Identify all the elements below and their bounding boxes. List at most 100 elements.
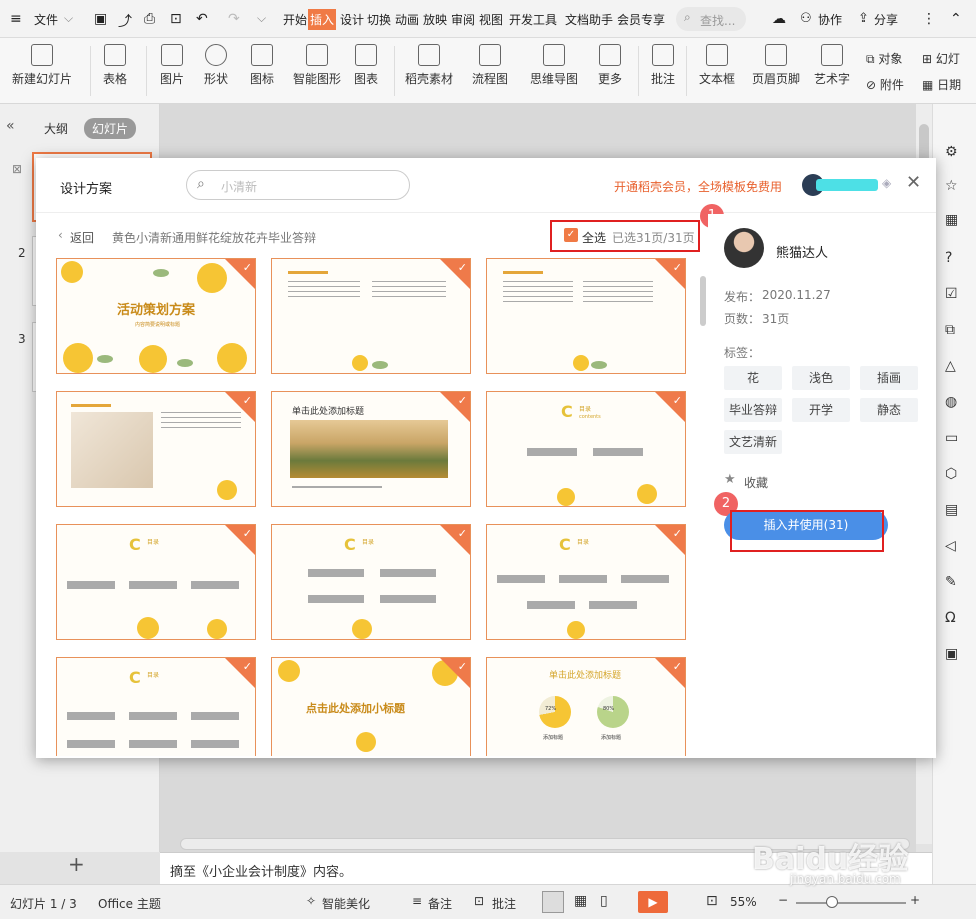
header-footer-button[interactable]: 页眉页脚 [752, 44, 800, 87]
thumb-toc-4[interactable]: C 目录 ✓ [486, 524, 686, 640]
cloud-icon[interactable]: ☁ [772, 11, 786, 27]
thumb-section[interactable]: 点击此处添加小标题 ✓ [271, 657, 471, 756]
icon-button[interactable]: 图标 [246, 44, 278, 87]
zoom-slider[interactable] [796, 902, 906, 904]
beautify-button[interactable]: 智能美化 [322, 895, 370, 912]
zoom-in-icon[interactable]: + [910, 893, 920, 907]
tag-item[interactable]: 花 [724, 366, 782, 390]
layout-icon[interactable]: ▤ [945, 502, 958, 518]
tag-item[interactable]: 静态 [860, 398, 918, 422]
wordart-button[interactable]: 艺术字 [810, 44, 854, 87]
tab-review[interactable]: 审阅 [451, 11, 475, 28]
select-all-checkbox[interactable]: ✓ [564, 228, 578, 242]
zoom-out-icon[interactable]: − [778, 893, 788, 907]
thumb-toc-5[interactable]: C 目录 ✓ [56, 657, 256, 756]
select-all-label[interactable]: 全选 [582, 229, 606, 246]
thumb-text-1[interactable]: ✓ [271, 258, 471, 374]
tab-developer[interactable]: 开发工具 [509, 11, 557, 28]
tab-slideshow[interactable]: 放映 [423, 11, 447, 28]
comment-status-button[interactable]: 批注 [492, 895, 516, 912]
settings-icon[interactable]: ⚙ [945, 144, 958, 160]
star-icon[interactable]: ☆ [945, 178, 958, 194]
object-button[interactable]: ⧉ 对象 [866, 50, 902, 67]
zoom-level[interactable]: 55% [730, 895, 757, 909]
tab-home[interactable]: 开始 [283, 11, 307, 28]
tab-insert[interactable]: 插入 [308, 9, 337, 30]
collapse-pane-icon[interactable]: « [6, 118, 15, 134]
thumb-landscape[interactable]: 单击此处添加标题 ✓ [271, 391, 471, 507]
tag-item[interactable]: 文艺清新 [724, 430, 782, 454]
new-slide-button[interactable]: 新建幻灯片 [10, 44, 74, 87]
tab-member[interactable]: 会员专享 [617, 11, 665, 28]
mindmap-button[interactable]: 思维导图 [526, 44, 582, 87]
tab-doc-assistant[interactable]: 文档助手 [565, 11, 613, 28]
edit-icon[interactable]: ✎ [945, 574, 957, 590]
tab-transition[interactable]: 切换 [367, 11, 391, 28]
tag-item[interactable]: 浅色 [792, 366, 850, 390]
material-button[interactable]: 稻壳素材 [404, 44, 454, 87]
palette-icon[interactable]: ◍ [945, 394, 957, 410]
comment-button[interactable]: 批注 [648, 44, 678, 87]
photo-icon[interactable]: ▣ [945, 646, 958, 662]
play-icon[interactable]: ▶ [638, 891, 668, 913]
favorite-star-icon[interactable]: ★ [724, 472, 736, 487]
checklist-icon[interactable]: ☑ [945, 286, 958, 302]
theme-name[interactable]: Office 主题 [98, 895, 161, 912]
add-slide-icon[interactable]: + [68, 852, 85, 876]
redo-icon[interactable]: ↷ [228, 11, 240, 27]
tab-design[interactable]: 设计 [340, 11, 364, 28]
thumb-toc-2[interactable]: C 目录 ✓ [56, 524, 256, 640]
thumb-percent[interactable]: 单击此处添加标题 72% 80% 添加标题 添加标题 ✓ [486, 657, 686, 756]
export-icon[interactable]: ⤴ [118, 11, 132, 31]
tab-view[interactable]: 视图 [479, 11, 503, 28]
textbox-button[interactable]: 文本框 [694, 44, 740, 87]
author-avatar[interactable] [724, 228, 764, 268]
table-button[interactable]: 表格 [100, 44, 130, 87]
collab-button[interactable]: 协作 [818, 11, 842, 28]
copy-icon[interactable]: ⧉ [945, 322, 955, 338]
image-icon[interactable]: ▭ [945, 430, 958, 446]
print-icon[interactable]: ⎙ [144, 11, 155, 27]
grid-icon[interactable]: ▦ [945, 212, 958, 228]
shape-button[interactable]: 形状 [200, 44, 232, 87]
sound-icon[interactable]: ◁ [945, 538, 956, 554]
grid-view-icon[interactable]: ▦ [574, 893, 587, 909]
shape-panel-icon[interactable]: △ [945, 358, 956, 374]
zoom-slider-handle[interactable] [826, 896, 838, 908]
slide-number-button[interactable]: ⊞ 幻灯 [922, 50, 960, 67]
quick-access-chevron-icon[interactable]: ⌵ [257, 11, 266, 26]
collapse-icon[interactable]: ⌃ [950, 11, 962, 27]
tab-outline[interactable]: 大纲 [44, 120, 68, 137]
close-icon[interactable]: ✕ [906, 172, 921, 193]
save-icon[interactable]: ▣ [94, 11, 107, 27]
preview-icon[interactable]: ⊡ [170, 11, 182, 27]
notes-button[interactable]: 备注 [428, 895, 452, 912]
fit-icon[interactable]: ⊡ [706, 893, 718, 909]
tag-item[interactable]: 毕业答辩 [724, 398, 782, 422]
promo-link[interactable]: 开通稻壳会员，全场模板免费用 [614, 178, 782, 195]
share-button[interactable]: 分享 [874, 11, 898, 28]
chart-button[interactable]: 图表 [350, 44, 382, 87]
author-name[interactable]: 熊猫达人 [776, 242, 828, 261]
menu-file[interactable]: 文件 [34, 11, 58, 28]
thumb-photo-text[interactable]: ✓ [56, 391, 256, 507]
flowchart-button[interactable]: 流程图 [468, 44, 512, 87]
search-box[interactable]: ⌕ 查找... [676, 7, 746, 31]
date-button[interactable]: ▦ 日期 [922, 76, 961, 93]
more-options-icon[interactable]: ⋮ [922, 11, 936, 27]
tag-item[interactable]: 开学 [792, 398, 850, 422]
back-chevron-icon[interactable]: ‹ [58, 228, 63, 242]
grid-scroll-thumb[interactable] [700, 276, 706, 326]
tag-item[interactable]: 插画 [860, 366, 918, 390]
template-search-input[interactable]: ⌕ 小清新 [186, 170, 410, 200]
attachment-button[interactable]: ⊘ 附件 [866, 76, 904, 93]
hexagon-icon[interactable]: ⬡ [945, 466, 957, 482]
favorite-button[interactable]: 收藏 [744, 474, 768, 491]
normal-view-icon[interactable] [542, 891, 564, 913]
thumb-text-2[interactable]: ✓ [486, 258, 686, 374]
more-button[interactable]: 更多 [594, 44, 626, 87]
reading-view-icon[interactable]: ▯ [600, 893, 608, 909]
chevron-down-icon[interactable]: ⌵ [64, 11, 73, 26]
tab-slides[interactable]: 幻灯片 [84, 118, 137, 139]
hamburger-icon[interactable]: ≡ [10, 11, 22, 27]
